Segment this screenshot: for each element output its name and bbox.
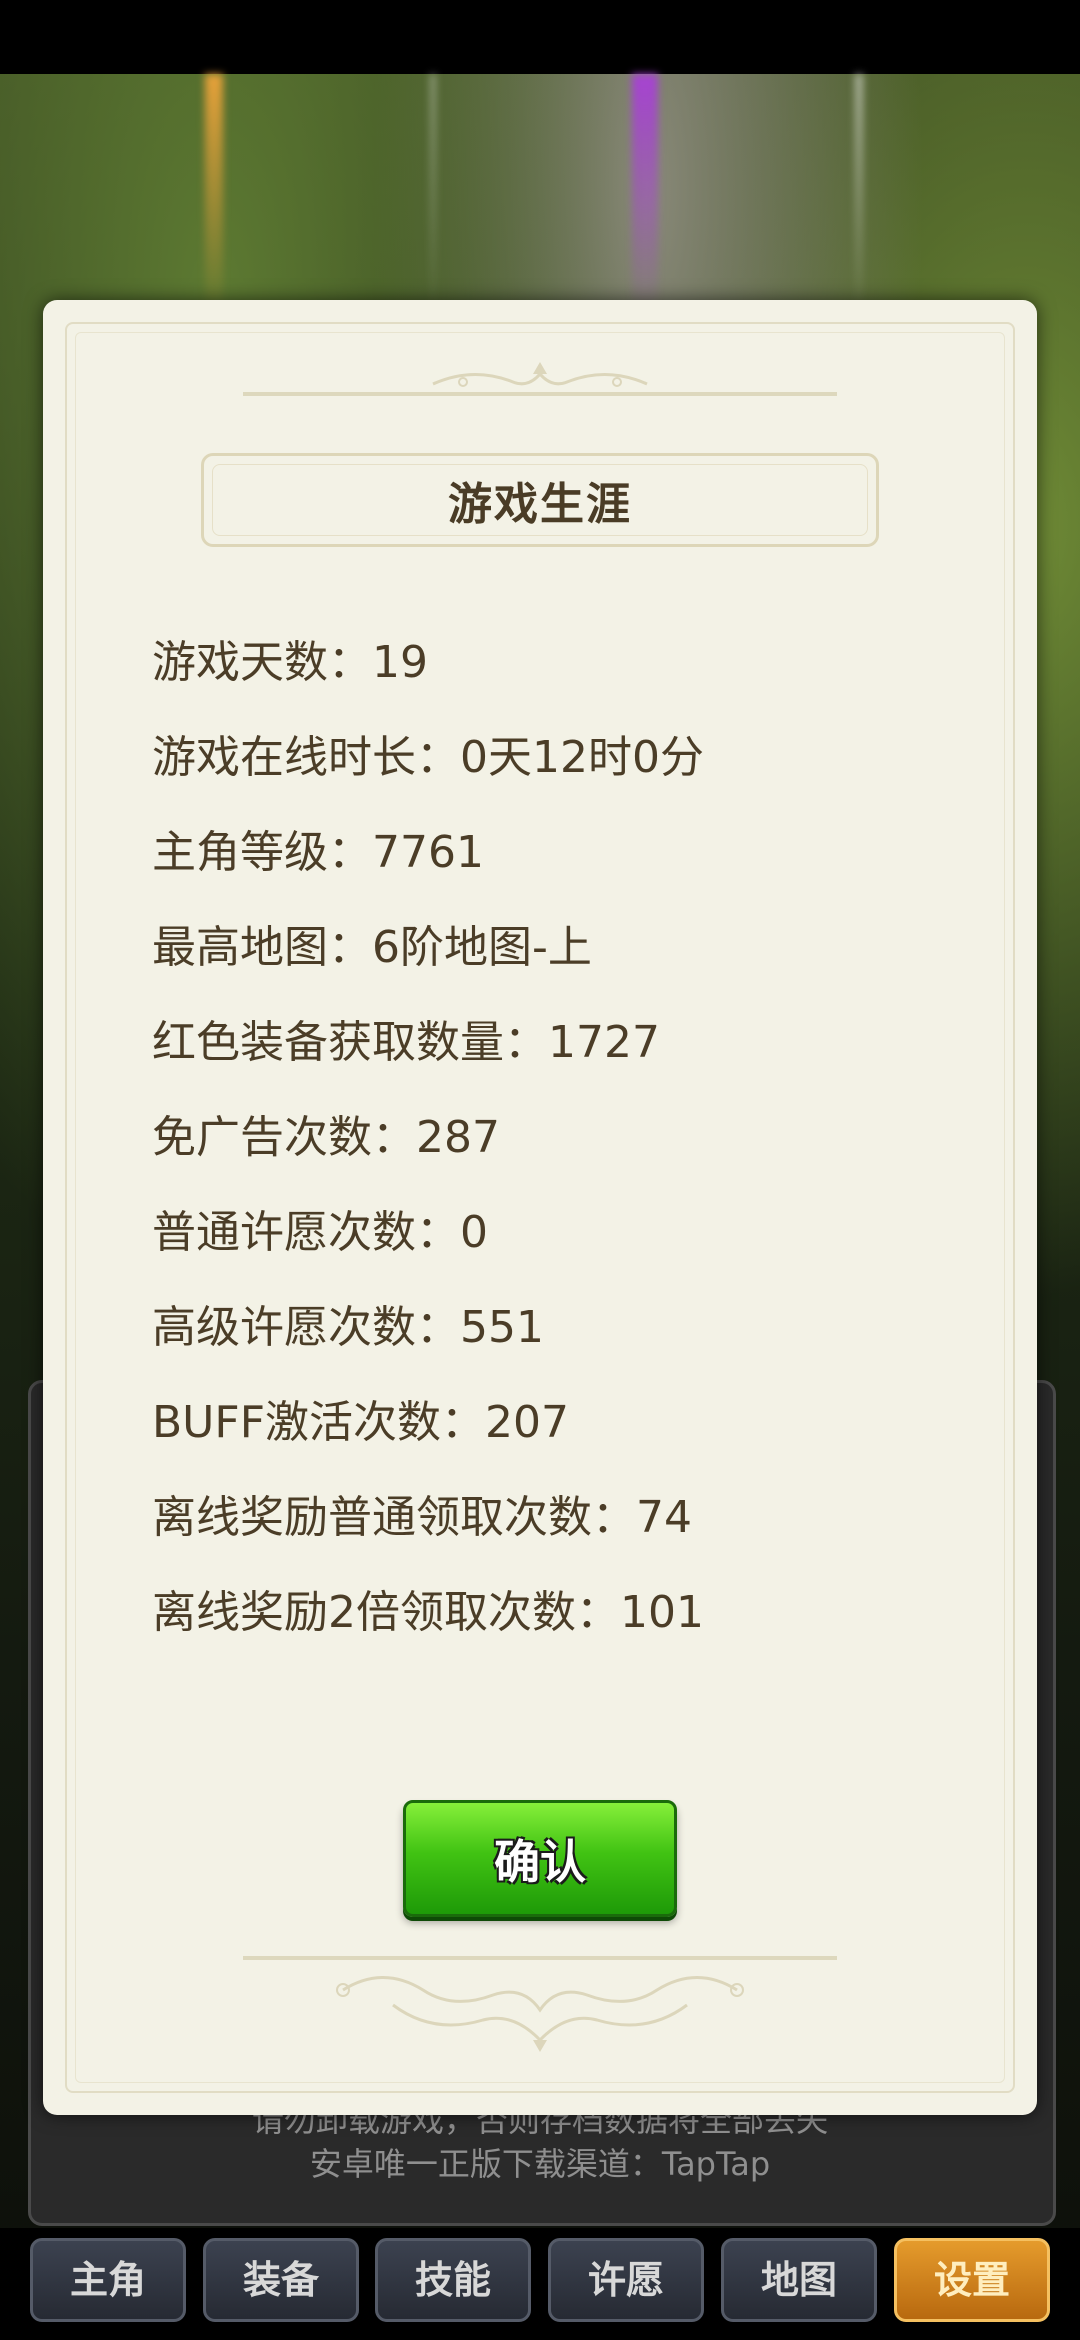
stat-play-days: 游戏天数：19 — [152, 636, 428, 688]
light-beam — [430, 74, 436, 314]
nav-tab-wish[interactable]: 许愿 — [548, 2238, 704, 2322]
stat-offline-normal: 离线奖励普通领取次数：74 — [152, 1491, 692, 1543]
stat-red-equipment: 红色装备获取数量：1727 — [152, 1016, 660, 1068]
stat-highest-map: 最高地图：6阶地图-上 — [152, 921, 592, 973]
stat-buff-activations: BUFF激活次数：207 — [152, 1396, 569, 1448]
nav-tab-map[interactable]: 地图 — [721, 2238, 877, 2322]
nav-tab-hero[interactable]: 主角 — [30, 2238, 186, 2322]
dialog-title: 游戏生涯 — [448, 479, 632, 530]
top-ornament-icon — [243, 362, 837, 396]
nav-tab-skills[interactable]: 技能 — [375, 2238, 531, 2322]
stat-ad-free-count: 免广告次数：287 — [152, 1111, 500, 1163]
download-channel-notice: 安卓唯一正版下载渠道：TapTap — [309, 2145, 771, 2183]
title-frame: 游戏生涯 — [201, 453, 879, 547]
bottom-ornament-icon — [243, 1956, 837, 2052]
light-beam — [855, 74, 863, 314]
nav-tab-settings[interactable]: 设置 — [894, 2238, 1050, 2322]
stat-normal-wish: 普通许愿次数：0 — [152, 1206, 488, 1258]
stat-hero-level: 主角等级：7761 — [152, 826, 484, 878]
light-beam — [205, 74, 223, 314]
stats-list: 游戏天数：19 游戏在线时长：0天12时0分 主角等级：7761 最高地图：6阶… — [152, 610, 952, 1655]
career-dialog: 游戏生涯 游戏天数：19 游戏在线时长：0天12时0分 主角等级：7761 最高… — [43, 300, 1037, 2115]
light-beam — [632, 74, 658, 314]
status-bar — [0, 0, 1080, 74]
stat-offline-double: 离线奖励2倍领取次数：101 — [152, 1586, 704, 1638]
nav-tab-equipment[interactable]: 装备 — [203, 2238, 359, 2322]
stat-online-time: 游戏在线时长：0天12时0分 — [152, 731, 704, 783]
stat-advanced-wish: 高级许愿次数：551 — [152, 1301, 544, 1353]
confirm-button[interactable]: 确认 — [403, 1800, 677, 1917]
